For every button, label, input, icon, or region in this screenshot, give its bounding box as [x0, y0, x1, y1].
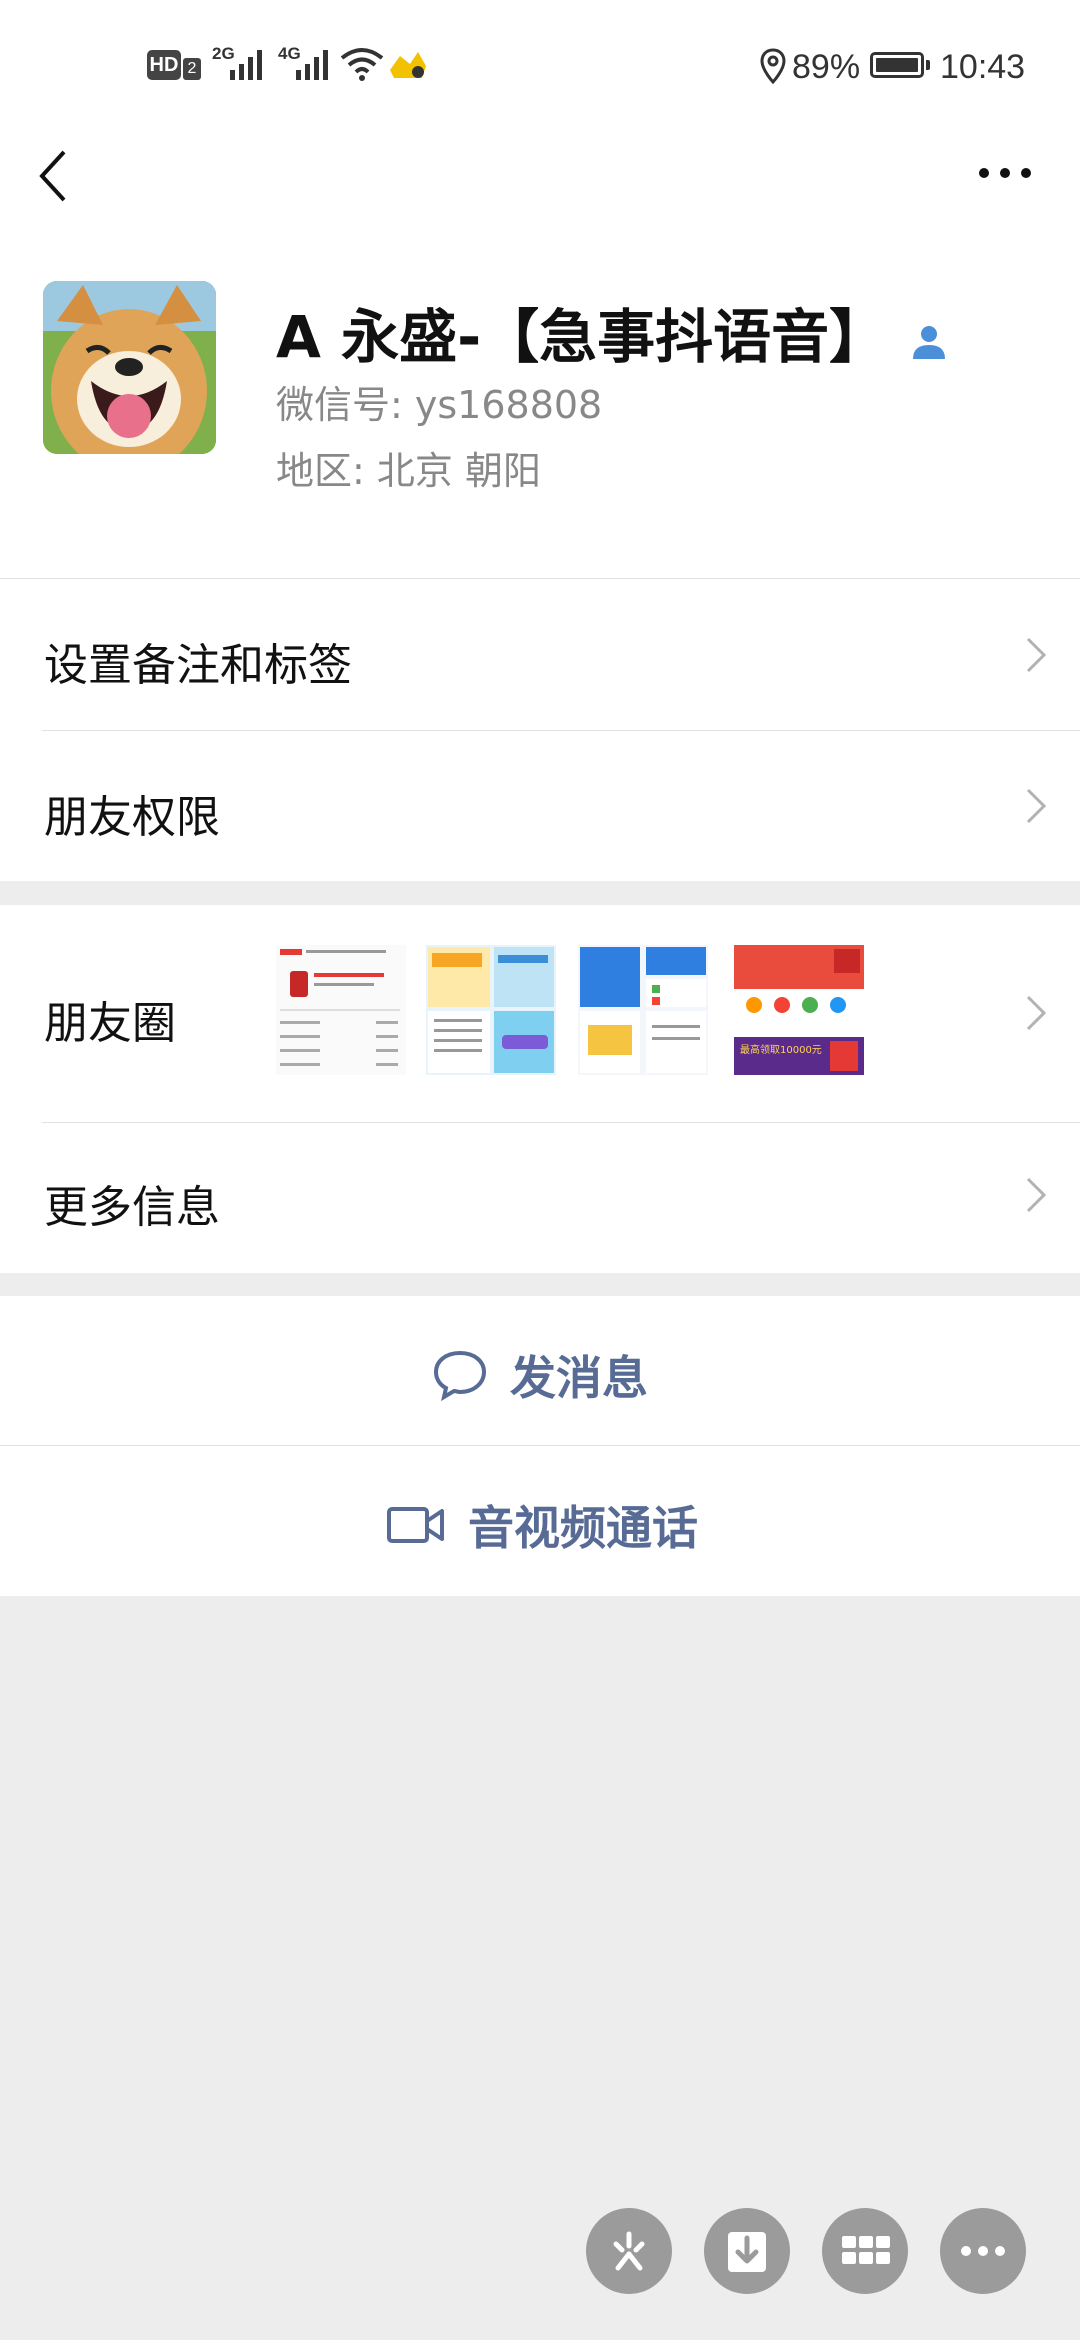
contact-name: A 永盛-【急事抖语音】	[276, 290, 949, 374]
wifi-icon	[340, 48, 384, 81]
moments-thumbnail: 最高领取10000元	[734, 945, 864, 1075]
notification-app-icon	[390, 52, 426, 78]
send-message-content: 发消息	[432, 1342, 648, 1408]
actions-section: 发消息 音视频通话	[0, 1296, 1080, 1596]
avatar[interactable]	[43, 281, 216, 454]
more-dots-icon[interactable]	[976, 162, 1034, 184]
signal-icon	[230, 50, 262, 80]
permissions-row[interactable]: 朋友权限	[0, 731, 1080, 881]
permissions-row-label: 朋友权限	[44, 792, 220, 843]
region: 地区: 北京 朝阳	[276, 449, 541, 493]
avatar-shiba-image	[43, 281, 216, 454]
chevron-right-icon	[1026, 788, 1047, 824]
moments-thumbnail-image	[276, 945, 406, 1075]
floating-grid-button[interactable]	[822, 2208, 908, 2294]
send-message-label: 发消息	[510, 1351, 648, 1405]
floating-star-button[interactable]	[586, 2208, 672, 2294]
moments-thumbnail-image	[578, 945, 708, 1075]
chevron-right-icon	[1026, 637, 1047, 673]
moments-thumbnail	[578, 945, 708, 1075]
moments-thumbnail-image	[426, 945, 556, 1075]
floating-more-button[interactable]	[940, 2208, 1026, 2294]
download-icon	[728, 2232, 766, 2272]
moments-row[interactable]: 朋友圈 最高领取10000元	[0, 905, 1080, 1122]
moments-thumbnail-image: 最高领取10000元	[734, 945, 864, 1075]
remark-row-label: 设置备注和标签	[44, 640, 352, 691]
contact-name-text: A 永盛-【急事抖语音】	[276, 303, 888, 371]
remark-row[interactable]: 设置备注和标签	[0, 579, 1080, 730]
send-message-button[interactable]: 发消息	[0, 1296, 1080, 1445]
hd-badge: HD	[147, 50, 181, 80]
sparkle-icon	[613, 2231, 645, 2271]
back-icon[interactable]	[34, 144, 74, 208]
wechat-id: 微信号: ys168808	[276, 383, 603, 427]
video-call-content: 音视频通话	[386, 1492, 698, 1558]
signal-icon	[296, 50, 328, 80]
battery-icon	[870, 52, 930, 78]
thumbnail-promo-text: 最高领取10000元	[740, 1043, 822, 1056]
moments-row-label: 朋友圈	[44, 998, 176, 1049]
settings-section: 设置备注和标签 朋友权限	[0, 579, 1080, 881]
video-camera-icon	[387, 1507, 444, 1543]
chevron-right-icon	[1026, 995, 1047, 1031]
battery-percent: 89%	[792, 48, 861, 86]
more-dots-icon	[961, 2246, 1005, 2256]
moments-thumbnail	[276, 945, 406, 1075]
video-call-button[interactable]: 音视频通话	[0, 1446, 1080, 1596]
chat-bubble-icon	[433, 1350, 487, 1401]
contact-person-icon	[913, 325, 946, 359]
grid-icon	[842, 2236, 890, 2264]
chevron-right-icon	[1026, 1177, 1047, 1213]
moments-thumbnail	[426, 945, 556, 1075]
more-info-row[interactable]: 更多信息	[0, 1123, 1080, 1273]
sim-number-badge: 2	[183, 58, 201, 80]
status-bar: HD 2 2G 4G 89% 10:43	[0, 0, 1080, 130]
clock: 10:43	[940, 48, 1026, 86]
profile-card: A 永盛-【急事抖语音】 微信号: ys168808 地区: 北京 朝阳	[0, 270, 1080, 578]
location-icon	[760, 48, 786, 84]
video-call-label: 音视频通话	[468, 1501, 698, 1555]
floating-download-button[interactable]	[704, 2208, 790, 2294]
nav-bar	[0, 130, 1080, 270]
more-info-row-label: 更多信息	[44, 1182, 220, 1233]
moments-section: 朋友圈 最高领取10000元 更多信息	[0, 905, 1080, 1273]
